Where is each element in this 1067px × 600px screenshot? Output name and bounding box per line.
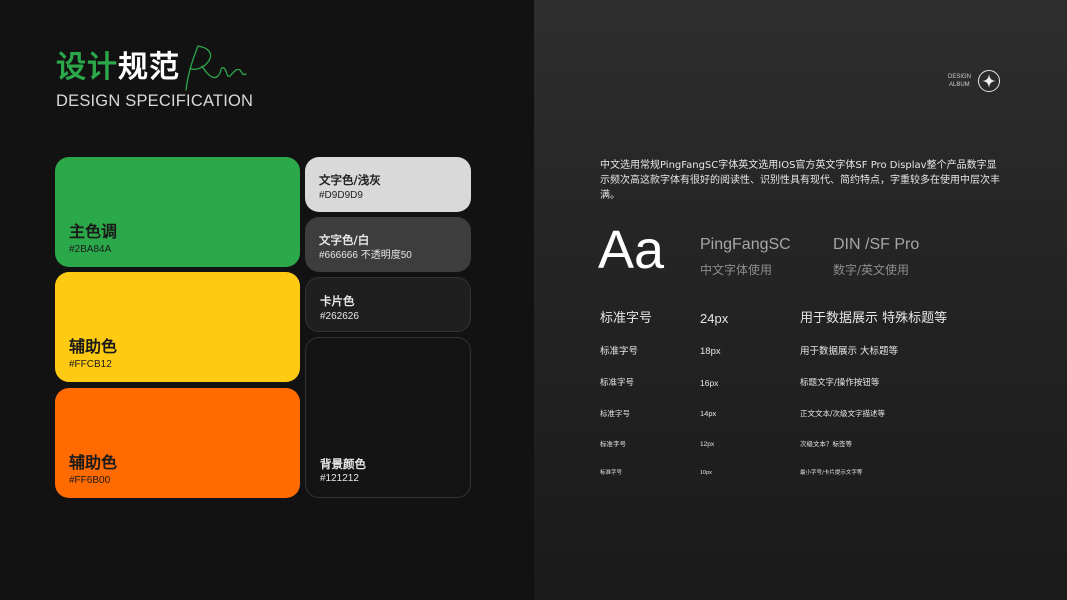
size-value: 18px bbox=[700, 346, 721, 357]
font-sample: Aa bbox=[598, 220, 665, 280]
color-card-text-light: 文字色/浅灰 #D9D9D9 bbox=[305, 157, 471, 212]
color-name: 文字色/白 bbox=[319, 233, 370, 247]
color-hex: #D9D9D9 bbox=[319, 190, 363, 201]
size-value: 16px bbox=[700, 378, 719, 388]
size-value: 14px bbox=[700, 409, 717, 418]
size-usage: 最小字号/卡片提示文字等 bbox=[800, 470, 863, 476]
color-card-secondary-orange: 辅助色 #FF6B00 bbox=[55, 388, 300, 498]
size-label: 标准字号 bbox=[600, 409, 630, 418]
signature-scribble-icon bbox=[185, 45, 247, 91]
size-usage: 用于数据展示 大标题等 bbox=[800, 346, 899, 357]
size-label: 标准字号 bbox=[600, 311, 653, 326]
size-usage: 正文文本/次级文字描述等 bbox=[800, 409, 886, 418]
color-hex: #FFCB12 bbox=[69, 359, 112, 370]
sparkle-star-icon bbox=[978, 70, 1000, 92]
size-value: 12px bbox=[700, 441, 715, 448]
album-logo-text: DESIGN ALBUM bbox=[948, 73, 971, 89]
color-hex: #666666 不透明度50 bbox=[319, 250, 412, 261]
font-block-pingfang: PingFangSC 中文字体使用 bbox=[700, 236, 791, 277]
size-label: 标准字号 bbox=[600, 346, 639, 357]
color-card-secondary-yellow: 辅助色 #FFCB12 bbox=[55, 272, 300, 382]
size-value: 10px bbox=[700, 470, 712, 476]
size-usage: 标题文字/操作按钮等 bbox=[800, 378, 880, 388]
font-usage: 数字/英文使用 bbox=[833, 263, 910, 277]
logo-line-2: ALBUM bbox=[949, 82, 970, 88]
color-name: 辅助色 bbox=[69, 453, 118, 472]
font-description: 中文选用常规PingFangSC字体英文选用IOS官方英文字体SF Pro Di… bbox=[600, 160, 1000, 201]
title-green-part: 设计 bbox=[56, 50, 118, 85]
color-hex: #FF6B00 bbox=[69, 475, 111, 486]
size-label: 标准字号 bbox=[600, 378, 635, 388]
color-name: 背景颜色 bbox=[320, 457, 366, 471]
color-card-background: 背景颜色 #121212 bbox=[305, 337, 471, 498]
color-card-card: 卡片色 #262626 bbox=[305, 277, 471, 332]
font-usage: 中文字体使用 bbox=[700, 263, 773, 277]
size-usage: 用于数据展示 特殊标题等 bbox=[800, 311, 948, 326]
color-hex: #121212 bbox=[320, 473, 359, 484]
page-subtitle: DESIGN SPECIFICATION bbox=[56, 92, 254, 110]
size-usage: 次级文本？标签等 bbox=[800, 440, 852, 448]
color-hex: #2BA84A bbox=[69, 244, 112, 255]
title-white-part: 规范 bbox=[118, 50, 180, 85]
color-card-primary: 主色调 #2BA84A bbox=[55, 157, 300, 267]
size-label: 标准字号 bbox=[600, 440, 626, 448]
font-block-din: DIN /SF Pro 数字/英文使用 bbox=[833, 236, 919, 277]
size-value: 24px bbox=[700, 311, 729, 326]
color-name: 辅助色 bbox=[69, 337, 118, 356]
color-card-text-white: 文字色/白 #666666 不透明度50 bbox=[305, 217, 471, 272]
color-name: 主色调 bbox=[69, 222, 118, 241]
logo-line-1: DESIGN bbox=[948, 74, 972, 80]
color-name: 文字色/浅灰 bbox=[319, 173, 381, 187]
font-name: PingFangSC bbox=[700, 236, 791, 253]
page-title: 设计规范 bbox=[56, 50, 180, 86]
font-name: DIN /SF Pro bbox=[833, 236, 920, 253]
color-hex: #262626 bbox=[320, 311, 359, 322]
size-label: 标准字号 bbox=[600, 470, 623, 476]
color-name: 卡片色 bbox=[320, 294, 355, 308]
